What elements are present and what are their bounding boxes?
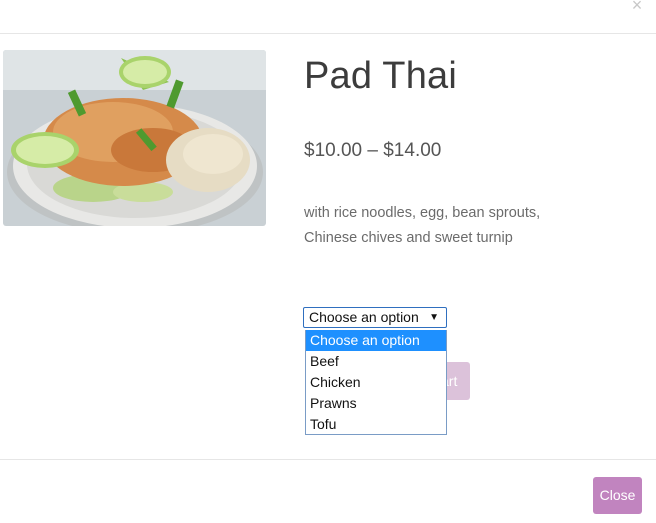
description-line-2: Chinese chives and sweet turnip [304, 230, 513, 246]
dropdown-option-beef[interactable]: Beef [306, 351, 446, 372]
footer-divider [0, 459, 656, 460]
modal-close-icon[interactable]: × [628, 0, 646, 14]
product-image [3, 50, 266, 226]
variation-select[interactable]: Choose an option ▼ [303, 307, 447, 328]
dropdown-option-prawns[interactable]: Prawns [306, 393, 446, 414]
description-line-1: with rice noodles, egg, bean sprouts, [304, 205, 541, 221]
variation-select-value: Choose an option [309, 309, 419, 325]
dropdown-option-tofu[interactable]: Tofu [306, 414, 446, 434]
product-price: $10.00 – $14.00 [304, 140, 442, 161]
chevron-down-icon: ▼ [429, 312, 439, 323]
close-button[interactable]: Close [593, 477, 642, 514]
header-divider [0, 33, 656, 34]
product-description: with rice noodles, egg, bean sprouts, Ch… [304, 201, 604, 251]
dropdown-option-chicken[interactable]: Chicken [306, 372, 446, 393]
product-title: Pad Thai [304, 55, 458, 97]
variation-dropdown-list: Choose an option Beef Chicken Prawns Tof… [305, 330, 447, 435]
dropdown-option-choose[interactable]: Choose an option [306, 330, 446, 351]
